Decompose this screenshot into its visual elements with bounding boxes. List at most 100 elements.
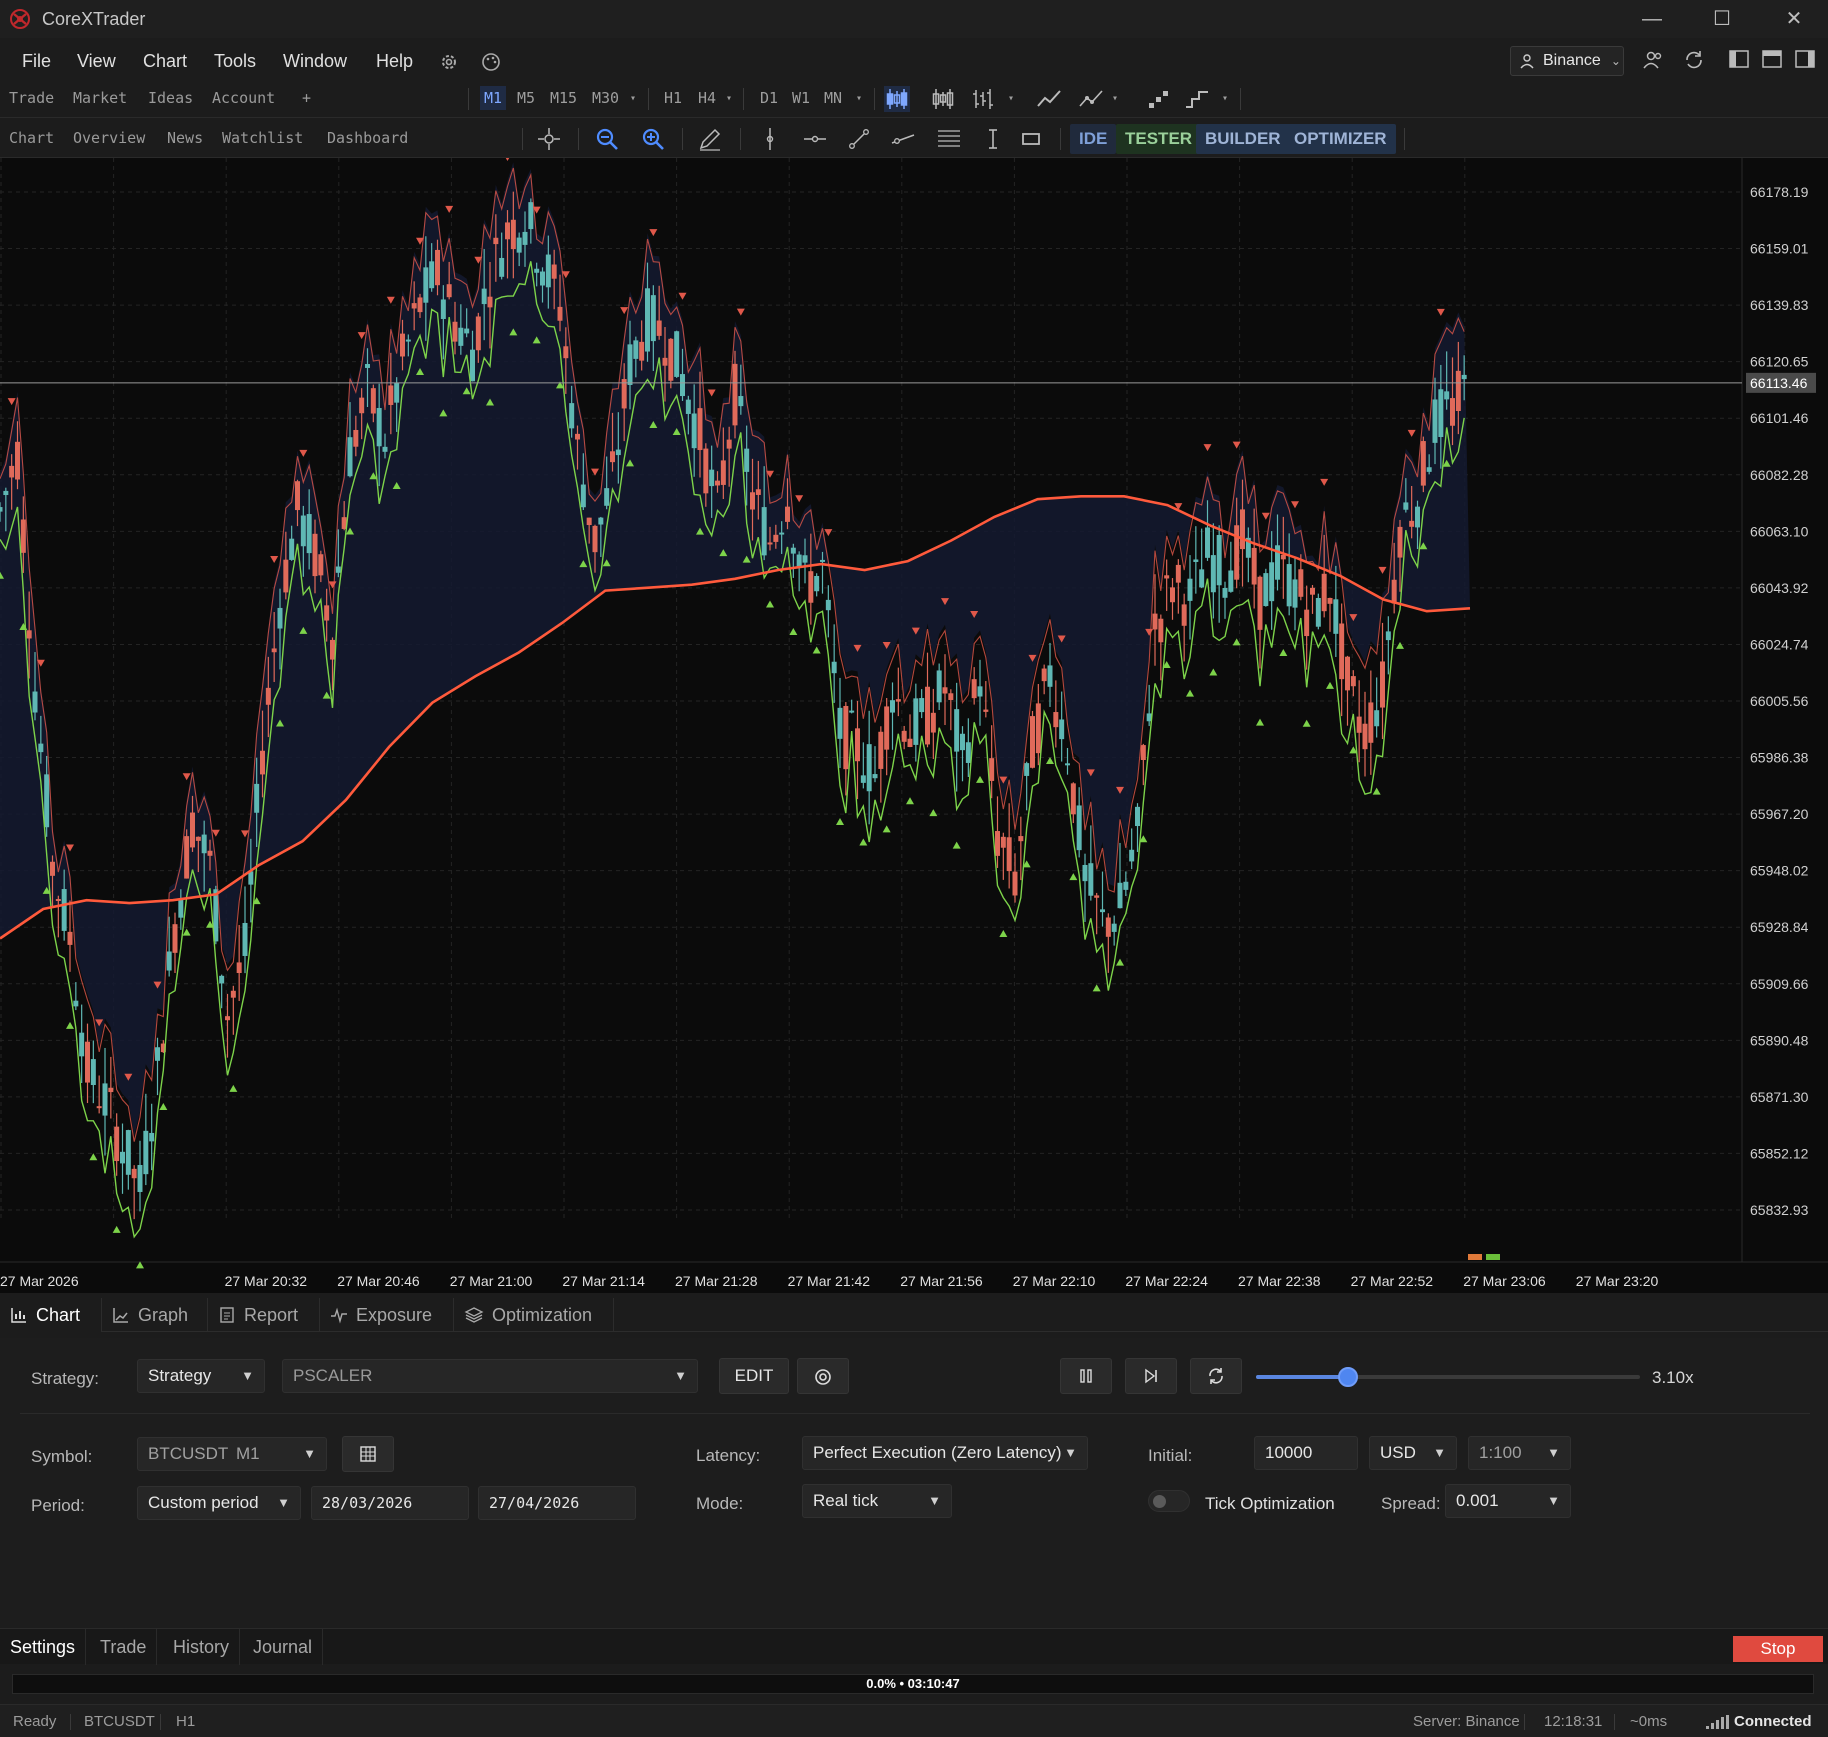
rectangle-icon[interactable]	[1018, 126, 1044, 152]
maximize-button[interactable]: ☐	[1702, 5, 1742, 33]
users-icon[interactable]	[1642, 48, 1666, 72]
gear-icon[interactable]	[437, 50, 461, 74]
initial-deposit-input[interactable]: 10000	[1254, 1436, 1358, 1470]
tf-h-more-icon[interactable]: ▾	[722, 90, 736, 114]
stop-button[interactable]: Stop	[1733, 1636, 1823, 1662]
menu-help[interactable]: Help	[376, 51, 413, 72]
tf-m5[interactable]: M5	[513, 86, 539, 110]
menu-file[interactable]: File	[22, 51, 51, 72]
step-dots-icon[interactable]	[1146, 86, 1172, 112]
step-line-icon[interactable]	[1184, 86, 1210, 112]
latency-select[interactable]: Perfect Execution (Zero Latency) ▼	[802, 1436, 1088, 1470]
layout-top-icon[interactable]	[1761, 48, 1783, 70]
ray-icon[interactable]	[890, 126, 916, 152]
leverage-select[interactable]: 1:100 ▼	[1468, 1436, 1571, 1470]
tf-m30[interactable]: M30	[588, 86, 623, 110]
exchange-selector[interactable]: Binance ⌄	[1510, 46, 1624, 76]
strategy-settings-button[interactable]	[797, 1358, 849, 1394]
tab-chart[interactable]: Chart	[0, 1298, 102, 1332]
candle-body	[773, 534, 779, 542]
line-markers-icon[interactable]	[1078, 86, 1104, 112]
tf-m15[interactable]: M15	[546, 86, 581, 110]
horizontal-line-icon[interactable]	[802, 126, 828, 152]
tab-journal[interactable]: Journal	[243, 1629, 324, 1665]
tf-m1[interactable]: M1	[480, 86, 507, 110]
text-tool-icon[interactable]	[980, 126, 1006, 152]
layout-right-icon[interactable]	[1794, 48, 1816, 70]
edit-button[interactable]: EDIT	[719, 1358, 789, 1394]
crosshair-icon[interactable]	[536, 126, 562, 152]
hollow-candles-icon[interactable]	[930, 86, 956, 112]
fibonacci-icon[interactable]	[936, 126, 962, 152]
tf-h1[interactable]: H1	[660, 86, 686, 110]
minimize-button[interactable]: —	[1632, 5, 1672, 33]
palette-icon[interactable]	[479, 50, 503, 74]
candle-body	[312, 533, 318, 577]
speed-slider-handle[interactable]	[1338, 1367, 1359, 1387]
menu-chart[interactable]: Chart	[143, 51, 187, 72]
mode-ide[interactable]: IDE	[1070, 124, 1117, 154]
symbol-table-button[interactable]	[342, 1436, 394, 1472]
nav-account[interactable]: Account	[212, 89, 275, 107]
step-more-icon[interactable]: ▾	[1218, 90, 1232, 114]
chart-canvas[interactable]: 66178.19 66159.01 66139.83 66120.65 66101.46…	[0, 158, 1828, 1293]
line-chart-icon[interactable]	[1036, 86, 1062, 112]
menu-window[interactable]: Window	[283, 51, 347, 72]
zoom-out-icon[interactable]	[594, 126, 620, 152]
symbol-select[interactable]: BTCUSDT M1 ▼	[137, 1437, 327, 1471]
speed-slider[interactable]	[1256, 1367, 1640, 1387]
tab-optimization[interactable]: Optimization	[454, 1298, 614, 1332]
step-forward-button[interactable]	[1125, 1358, 1177, 1394]
strategy-type-select[interactable]: Strategy ▼	[137, 1359, 265, 1393]
pause-button[interactable]	[1060, 1358, 1112, 1394]
tab-graph[interactable]: Graph	[102, 1298, 208, 1332]
mode-builder[interactable]: BUILDER	[1196, 124, 1290, 154]
tab-trade[interactable]: Trade	[90, 1629, 158, 1665]
tab-history[interactable]: History	[163, 1629, 241, 1665]
strategy-name-select[interactable]: PSCALER ▼	[282, 1359, 698, 1393]
pencil-icon[interactable]	[697, 126, 723, 152]
trend-line-icon[interactable]	[846, 126, 872, 152]
tab-report[interactable]: Report	[208, 1298, 320, 1332]
tf-h4[interactable]: H4	[694, 86, 720, 110]
nav-ideas[interactable]: Ideas	[148, 89, 193, 107]
currency-select[interactable]: USD ▼	[1369, 1436, 1457, 1470]
nav-trade[interactable]: Trade	[9, 89, 54, 107]
nav-news[interactable]: News	[167, 129, 203, 147]
tf-w1[interactable]: W1	[788, 86, 814, 110]
layout-left-icon[interactable]	[1728, 48, 1750, 70]
menu-tools[interactable]: Tools	[214, 51, 256, 72]
nav-add[interactable]: +	[302, 89, 311, 107]
tab-exposure[interactable]: Exposure	[320, 1298, 454, 1332]
period-to-input[interactable]: 27/04/2026	[478, 1486, 636, 1520]
restart-button[interactable]	[1190, 1358, 1242, 1394]
tf-mn[interactable]: MN	[820, 86, 846, 110]
tf-d1[interactable]: D1	[756, 86, 782, 110]
mode-optimizer[interactable]: OPTIMIZER	[1285, 124, 1396, 154]
chart-type-more-icon[interactable]: ▾	[1004, 90, 1018, 114]
nav-watchlist[interactable]: Watchlist	[222, 129, 303, 147]
line-more-icon[interactable]: ▾	[1108, 90, 1122, 114]
close-button[interactable]: ✕	[1774, 5, 1814, 33]
bar-chart-icon[interactable]	[970, 86, 996, 112]
menu-view[interactable]: View	[77, 51, 116, 72]
mode-select[interactable]: Real tick ▼	[802, 1484, 952, 1518]
candle-body	[429, 261, 435, 289]
price-chart[interactable]: 66178.19 66159.01 66139.83 66120.65 66101.46…	[0, 158, 1828, 1293]
nav-overview[interactable]: Overview	[73, 129, 145, 147]
tick-optimization-toggle[interactable]	[1148, 1490, 1190, 1512]
period-select[interactable]: Custom period ▼	[137, 1486, 301, 1520]
zoom-in-icon[interactable]	[640, 126, 666, 152]
refresh-icon[interactable]	[1682, 48, 1706, 72]
nav-market[interactable]: Market	[73, 89, 127, 107]
vertical-line-icon[interactable]	[757, 126, 783, 152]
nav-dashboard[interactable]: Dashboard	[327, 129, 408, 147]
period-from-input[interactable]: 28/03/2026	[311, 1486, 469, 1520]
mode-tester[interactable]: TESTER	[1116, 124, 1202, 154]
tab-settings[interactable]: Settings	[0, 1629, 87, 1665]
tf-more-icon[interactable]: ▾	[626, 90, 640, 114]
tf-d-more-icon[interactable]: ▾	[852, 90, 866, 114]
nav-chart[interactable]: Chart	[9, 129, 54, 147]
candlestick-chart-icon[interactable]	[884, 86, 910, 112]
spread-select[interactable]: 0.001 ▼	[1445, 1484, 1571, 1518]
